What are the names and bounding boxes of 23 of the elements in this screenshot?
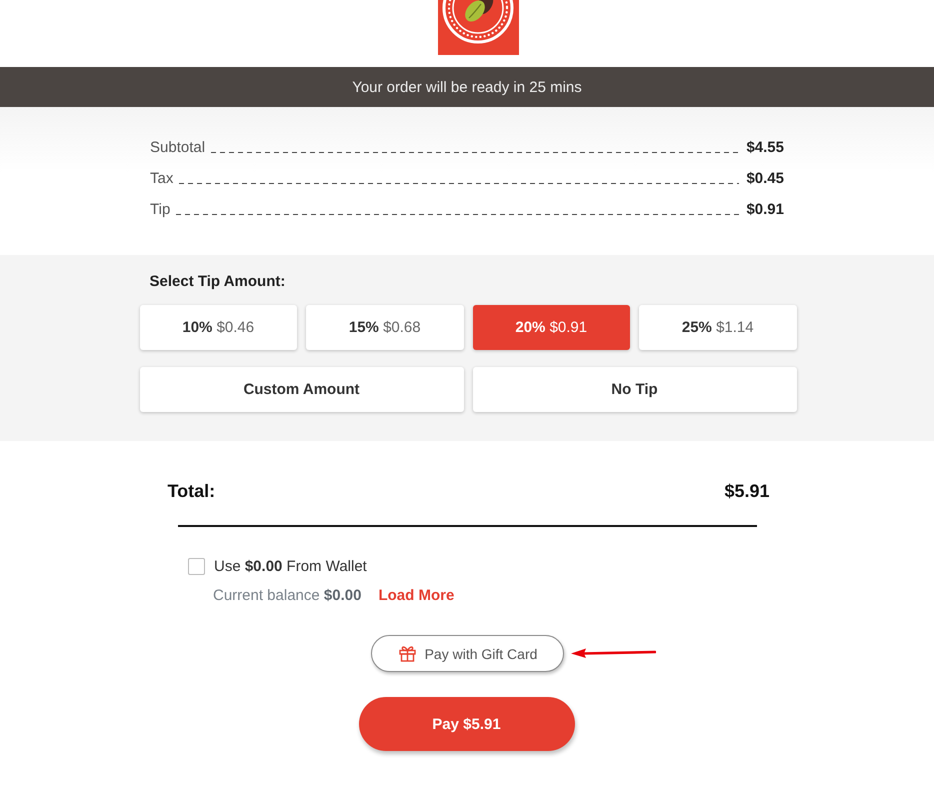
wallet-text: Use $0.00 From Wallet <box>214 558 367 575</box>
tip-option-button[interactable]: No Tip <box>472 367 796 412</box>
tip-option-button[interactable]: 20% $0.91 <box>472 305 630 350</box>
summary-value: $0.45 <box>746 170 784 187</box>
tip-option-button[interactable]: 10% $0.46 <box>140 305 297 350</box>
summary-label: Subtotal <box>150 139 206 156</box>
gift-card-button[interactable]: Pay with Gift Card <box>370 635 564 672</box>
tip-option-button[interactable]: 15% $0.68 <box>306 305 464 350</box>
gift-icon <box>398 645 416 662</box>
tip-option-button[interactable]: Custom Amount <box>140 367 464 412</box>
tip-title: Select Tip Amount: <box>150 273 286 291</box>
total-value: $5.91 <box>724 480 770 502</box>
wallet-checkbox[interactable] <box>188 558 205 575</box>
pay-button[interactable]: Pay $5.91 <box>358 697 574 751</box>
summary-label: Tax <box>150 170 174 187</box>
load-more-link[interactable]: Load More <box>378 586 454 604</box>
banner-text: Your order will be ready in 25 mins <box>352 78 582 96</box>
summary-value: $0.91 <box>746 201 784 218</box>
tip-option-button[interactable]: 25% $1.14 <box>639 305 796 350</box>
balance-text: Current balance $0.00 <box>213 586 362 604</box>
summary-value: $4.55 <box>746 139 784 156</box>
summary-label: Tip <box>150 201 170 218</box>
total-label: Total: <box>168 480 216 502</box>
